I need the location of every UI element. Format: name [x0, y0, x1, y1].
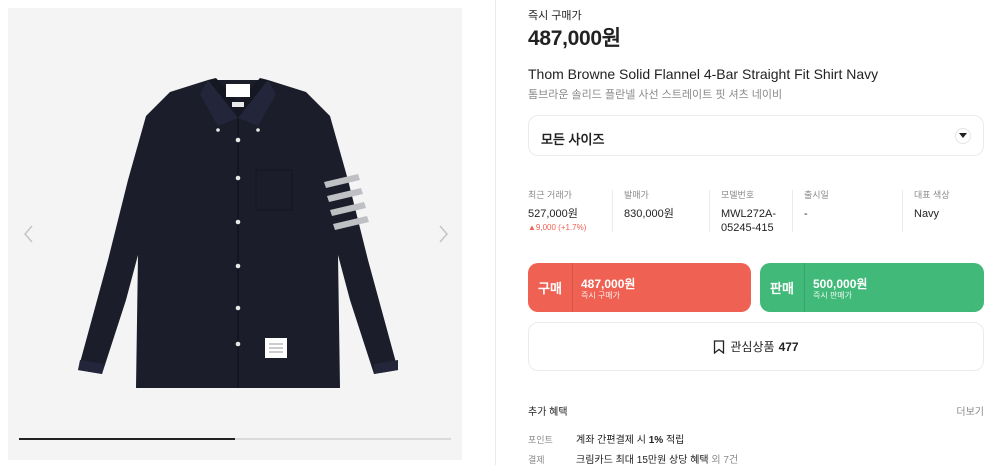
benefit-row-payment: 결제 크림카드 최대 15만원 상당 혜택 외 7건	[528, 451, 738, 465]
gallery-prev-button[interactable]	[16, 222, 40, 246]
price-label: 즉시 구매가	[528, 10, 582, 22]
product-gallery	[8, 8, 462, 460]
bookmark-icon	[714, 339, 725, 354]
stat-value: 527,000원	[528, 208, 578, 220]
stat-value-line: 05245-415	[721, 222, 774, 234]
stat-delta: ▲9,000 (+1.7%)	[528, 223, 587, 232]
stat-header: 발매가	[624, 190, 649, 200]
product-image	[78, 78, 398, 388]
buy-button-divider	[572, 263, 573, 312]
price-value: 487,000원	[528, 27, 621, 50]
benefit-text-pre: 크림카드 최대 15만원 상당 혜택	[576, 455, 709, 465]
product-stats: 최근 거래가 527,000원 ▲9,000 (+1.7%) 발매가 830,0…	[528, 180, 984, 236]
wishlist-button[interactable]: 관심상품 477	[528, 322, 984, 371]
wishlist-count: 477	[778, 339, 799, 354]
stat-model-number: 모델번호 MWL272A- 05245-415	[709, 180, 801, 235]
benefit-text-extra: 외 7건	[708, 455, 739, 465]
benefit-text-pre: 계좌 간편결제 시	[576, 435, 649, 446]
gallery-progress-track	[19, 438, 451, 440]
stat-value: -	[804, 208, 808, 220]
stat-separator	[792, 190, 793, 232]
product-title-ko: 톰브라운 솔리드 플란넬 사선 스트레이트 핏 셔츠 네이비	[528, 89, 783, 101]
gallery-next-button[interactable]	[432, 222, 456, 246]
stat-value-line: MWL272A-	[721, 208, 777, 220]
stat-value: MWL272A- 05245-415	[721, 207, 801, 235]
stat-recent-price: 최근 거래가 527,000원 ▲9,000 (+1.7%)	[528, 180, 610, 232]
stat-separator	[902, 190, 903, 232]
benefit-key: 결제	[528, 455, 545, 465]
chevron-right-icon	[439, 225, 448, 243]
size-select[interactable]: 모든 사이즈	[528, 115, 984, 156]
benefits-title: 추가 혜택	[528, 407, 568, 418]
stat-header: 최근 거래가	[528, 190, 572, 200]
buy-button-kind: 구매	[538, 281, 562, 296]
stat-value: Navy	[914, 208, 940, 220]
column-divider	[495, 0, 496, 465]
caret-down-icon	[955, 128, 971, 144]
wishlist-label: 관심상품	[730, 340, 775, 354]
benefit-text: 계좌 간편결제 시 1% 적립	[576, 435, 684, 446]
buy-button[interactable]: 구매 487,000원 즉시 구매가	[528, 263, 751, 312]
sell-button-kind: 판매	[770, 281, 794, 296]
benefit-key: 포인트	[528, 435, 553, 445]
sell-button-sub: 즉시 판매가	[813, 291, 853, 300]
stat-release-date: 출시일 -	[792, 180, 882, 232]
stat-color: 대표 색상 Navy	[902, 180, 984, 232]
benefit-text-post: 적립	[663, 435, 685, 446]
stat-header: 대표 색상	[914, 190, 950, 200]
product-title-en: Thom Browne Solid Flannel 4-Bar Straight…	[528, 66, 879, 82]
benefit-text: 크림카드 최대 15만원 상당 혜택 외 7건	[576, 455, 738, 465]
benefit-row-points: 포인트 계좌 간편결제 시 1% 적립	[528, 431, 684, 446]
benefits-more-link[interactable]: 더보기	[956, 403, 984, 418]
stat-value: 830,000원	[624, 208, 674, 220]
stat-header: 모델번호	[721, 190, 755, 200]
benefit-text-bold: 1%	[648, 435, 664, 446]
sell-button[interactable]: 판매 500,000원 즉시 판매가	[760, 263, 984, 312]
buy-button-sub: 즉시 구매가	[581, 291, 621, 300]
stat-release-price: 발매가 830,000원	[612, 180, 704, 232]
stat-separator	[709, 190, 710, 232]
stat-separator	[612, 190, 613, 232]
stat-header: 출시일	[804, 190, 829, 200]
gallery-progress-fill	[19, 438, 235, 440]
sell-button-divider	[804, 263, 805, 312]
size-select-label: 모든 사이즈	[541, 132, 605, 147]
chevron-left-icon	[24, 225, 33, 243]
